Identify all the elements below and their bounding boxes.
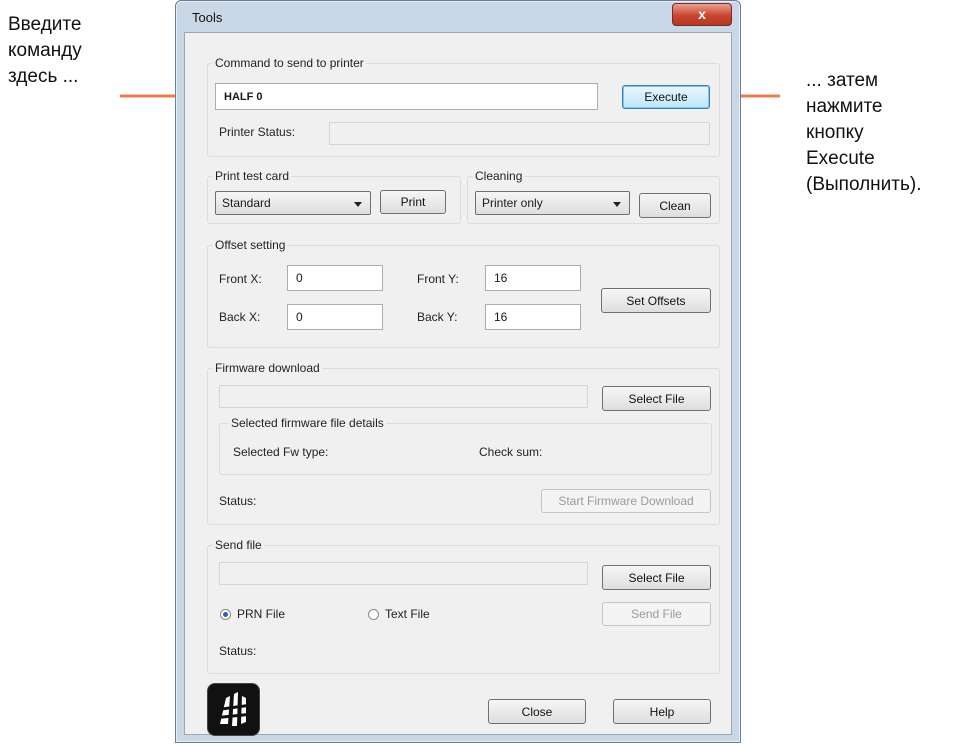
- annotation-left-line: здесь ...: [8, 66, 79, 87]
- annotation-left-line: Введите: [8, 14, 82, 35]
- close-button[interactable]: Close: [488, 699, 586, 724]
- annotation-left: Введите команду здесь ...: [8, 12, 82, 90]
- zebra-logo-icon: [207, 683, 260, 736]
- test-card-select[interactable]: Standard: [215, 191, 371, 215]
- annotation-right-line: (Выполнить).: [806, 174, 922, 195]
- back-y-input[interactable]: 16: [485, 304, 581, 330]
- back-y-value: 16: [494, 310, 508, 324]
- text-file-radio[interactable]: [368, 609, 379, 620]
- set-offsets-button[interactable]: Set Offsets: [601, 288, 711, 313]
- annotation-right-line: Execute: [806, 148, 875, 169]
- window-title: Tools: [192, 10, 223, 25]
- title-bar: Tools x: [176, 1, 740, 33]
- printer-status-field: [329, 122, 710, 145]
- prn-file-label[interactable]: PRN File: [237, 607, 285, 621]
- front-x-label: Front X:: [219, 272, 262, 286]
- chevron-down-icon: [354, 202, 362, 207]
- text-file-label[interactable]: Text File: [385, 607, 430, 621]
- offset-group-label: Offset setting: [213, 238, 288, 252]
- clean-button[interactable]: Clean: [639, 193, 711, 218]
- annotation-right-line: нажмите: [806, 96, 883, 117]
- cleaning-selected: Printer only: [482, 196, 543, 210]
- firmware-group-label: Firmware download: [213, 361, 322, 375]
- send-file-status-label: Status:: [219, 644, 257, 658]
- prn-file-radio[interactable]: [220, 609, 231, 620]
- firmware-details-label: Selected firmware file details: [229, 416, 386, 430]
- send-file-path-field: [219, 562, 588, 585]
- cleaning-select[interactable]: Printer only: [475, 191, 630, 215]
- checksum-label: Check sum:: [479, 445, 543, 459]
- command-input[interactable]: HALF 0: [215, 83, 598, 110]
- front-x-input[interactable]: 0: [287, 265, 383, 291]
- fw-type-label: Selected Fw type:: [233, 445, 329, 459]
- front-x-value: 0: [296, 271, 303, 285]
- front-y-input[interactable]: 16: [485, 265, 581, 291]
- send-file-button[interactable]: Send File: [602, 602, 711, 626]
- print-button[interactable]: Print: [380, 190, 446, 214]
- annotation-right-line: кнопку: [806, 122, 864, 143]
- window-close-button[interactable]: x: [672, 3, 732, 26]
- annotation-left-line: команду: [8, 40, 82, 61]
- chevron-down-icon: [613, 202, 621, 207]
- back-x-value: 0: [296, 310, 303, 324]
- test-card-group-label: Print test card: [213, 169, 292, 183]
- dialog-client: Command to send to printer HALF 0 Execut…: [184, 32, 732, 736]
- cleaning-group-label: Cleaning: [473, 169, 525, 183]
- start-firmware-download-button[interactable]: Start Firmware Download: [541, 489, 711, 513]
- help-button[interactable]: Help: [613, 699, 711, 724]
- firmware-path-field: [219, 385, 588, 408]
- command-input-value: HALF 0: [224, 90, 263, 103]
- send-file-group-label: Send file: [213, 538, 264, 552]
- execute-button[interactable]: Execute: [622, 85, 710, 109]
- zebra-logo-graphic: [218, 692, 248, 726]
- annotation-right-line: ... затем: [806, 70, 879, 91]
- firmware-select-file-button[interactable]: Select File: [602, 386, 711, 411]
- test-card-selected: Standard: [222, 196, 271, 210]
- command-group-label: Command to send to printer: [213, 56, 366, 70]
- front-y-label: Front Y:: [417, 272, 459, 286]
- front-y-value: 16: [494, 271, 508, 285]
- back-x-input[interactable]: 0: [287, 304, 383, 330]
- back-x-label: Back X:: [219, 310, 261, 324]
- tools-window: Tools x Command to send to printer HALF …: [175, 0, 741, 743]
- send-file-select-button[interactable]: Select File: [602, 565, 711, 590]
- firmware-status-label: Status:: [219, 494, 257, 508]
- annotation-right: ... затем нажмите кнопку Execute (Выполн…: [806, 68, 922, 198]
- printer-status-label: Printer Status:: [219, 125, 296, 139]
- back-y-label: Back Y:: [417, 310, 458, 324]
